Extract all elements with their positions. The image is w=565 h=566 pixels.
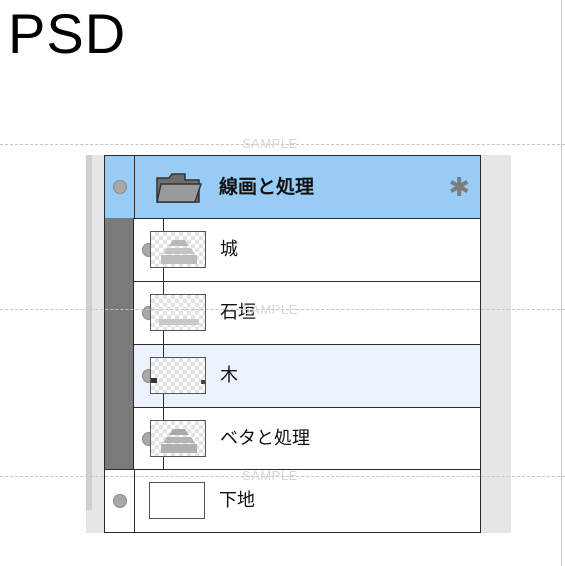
layer-name: 木 <box>220 365 238 386</box>
layer-name: ベタと処理 <box>220 427 310 449</box>
layer-group-row[interactable]: 線画と処理 ✱ <box>104 155 481 219</box>
folder-icon <box>156 173 203 203</box>
page-title: PSD <box>8 2 127 65</box>
base-thumbnail <box>149 482 205 519</box>
layer-row-stone-wall[interactable]: 石垣 <box>133 281 481 345</box>
layer-row-tree[interactable]: 木 <box>133 344 481 408</box>
watermark: SAMPLE <box>242 136 298 151</box>
visibility-icon[interactable] <box>113 180 127 194</box>
layer-name: 城 <box>220 239 238 260</box>
layer-row-fill[interactable]: ベタと処理 <box>133 407 481 470</box>
visibility-icon[interactable] <box>113 494 127 508</box>
fill-thumbnail <box>150 420 206 457</box>
stone-wall-thumbnail <box>150 294 206 331</box>
frame-border <box>561 0 562 566</box>
layer-group-name: 線画と処理 <box>219 176 315 198</box>
group-indent-bar <box>104 218 134 470</box>
gear-icon[interactable]: ✱ <box>448 175 470 201</box>
watermark: SAMPLE <box>242 468 298 483</box>
tree-thumbnail <box>150 357 206 394</box>
watermark: SAMPLE <box>242 302 298 317</box>
layer-name: 下地 <box>219 490 255 511</box>
panel-scrollbar[interactable] <box>86 155 92 510</box>
visibility-cell[interactable] <box>105 470 135 532</box>
visibility-cell[interactable] <box>105 156 135 218</box>
castle-thumbnail <box>150 231 206 268</box>
layer-row-castle[interactable]: 城 <box>133 218 481 282</box>
